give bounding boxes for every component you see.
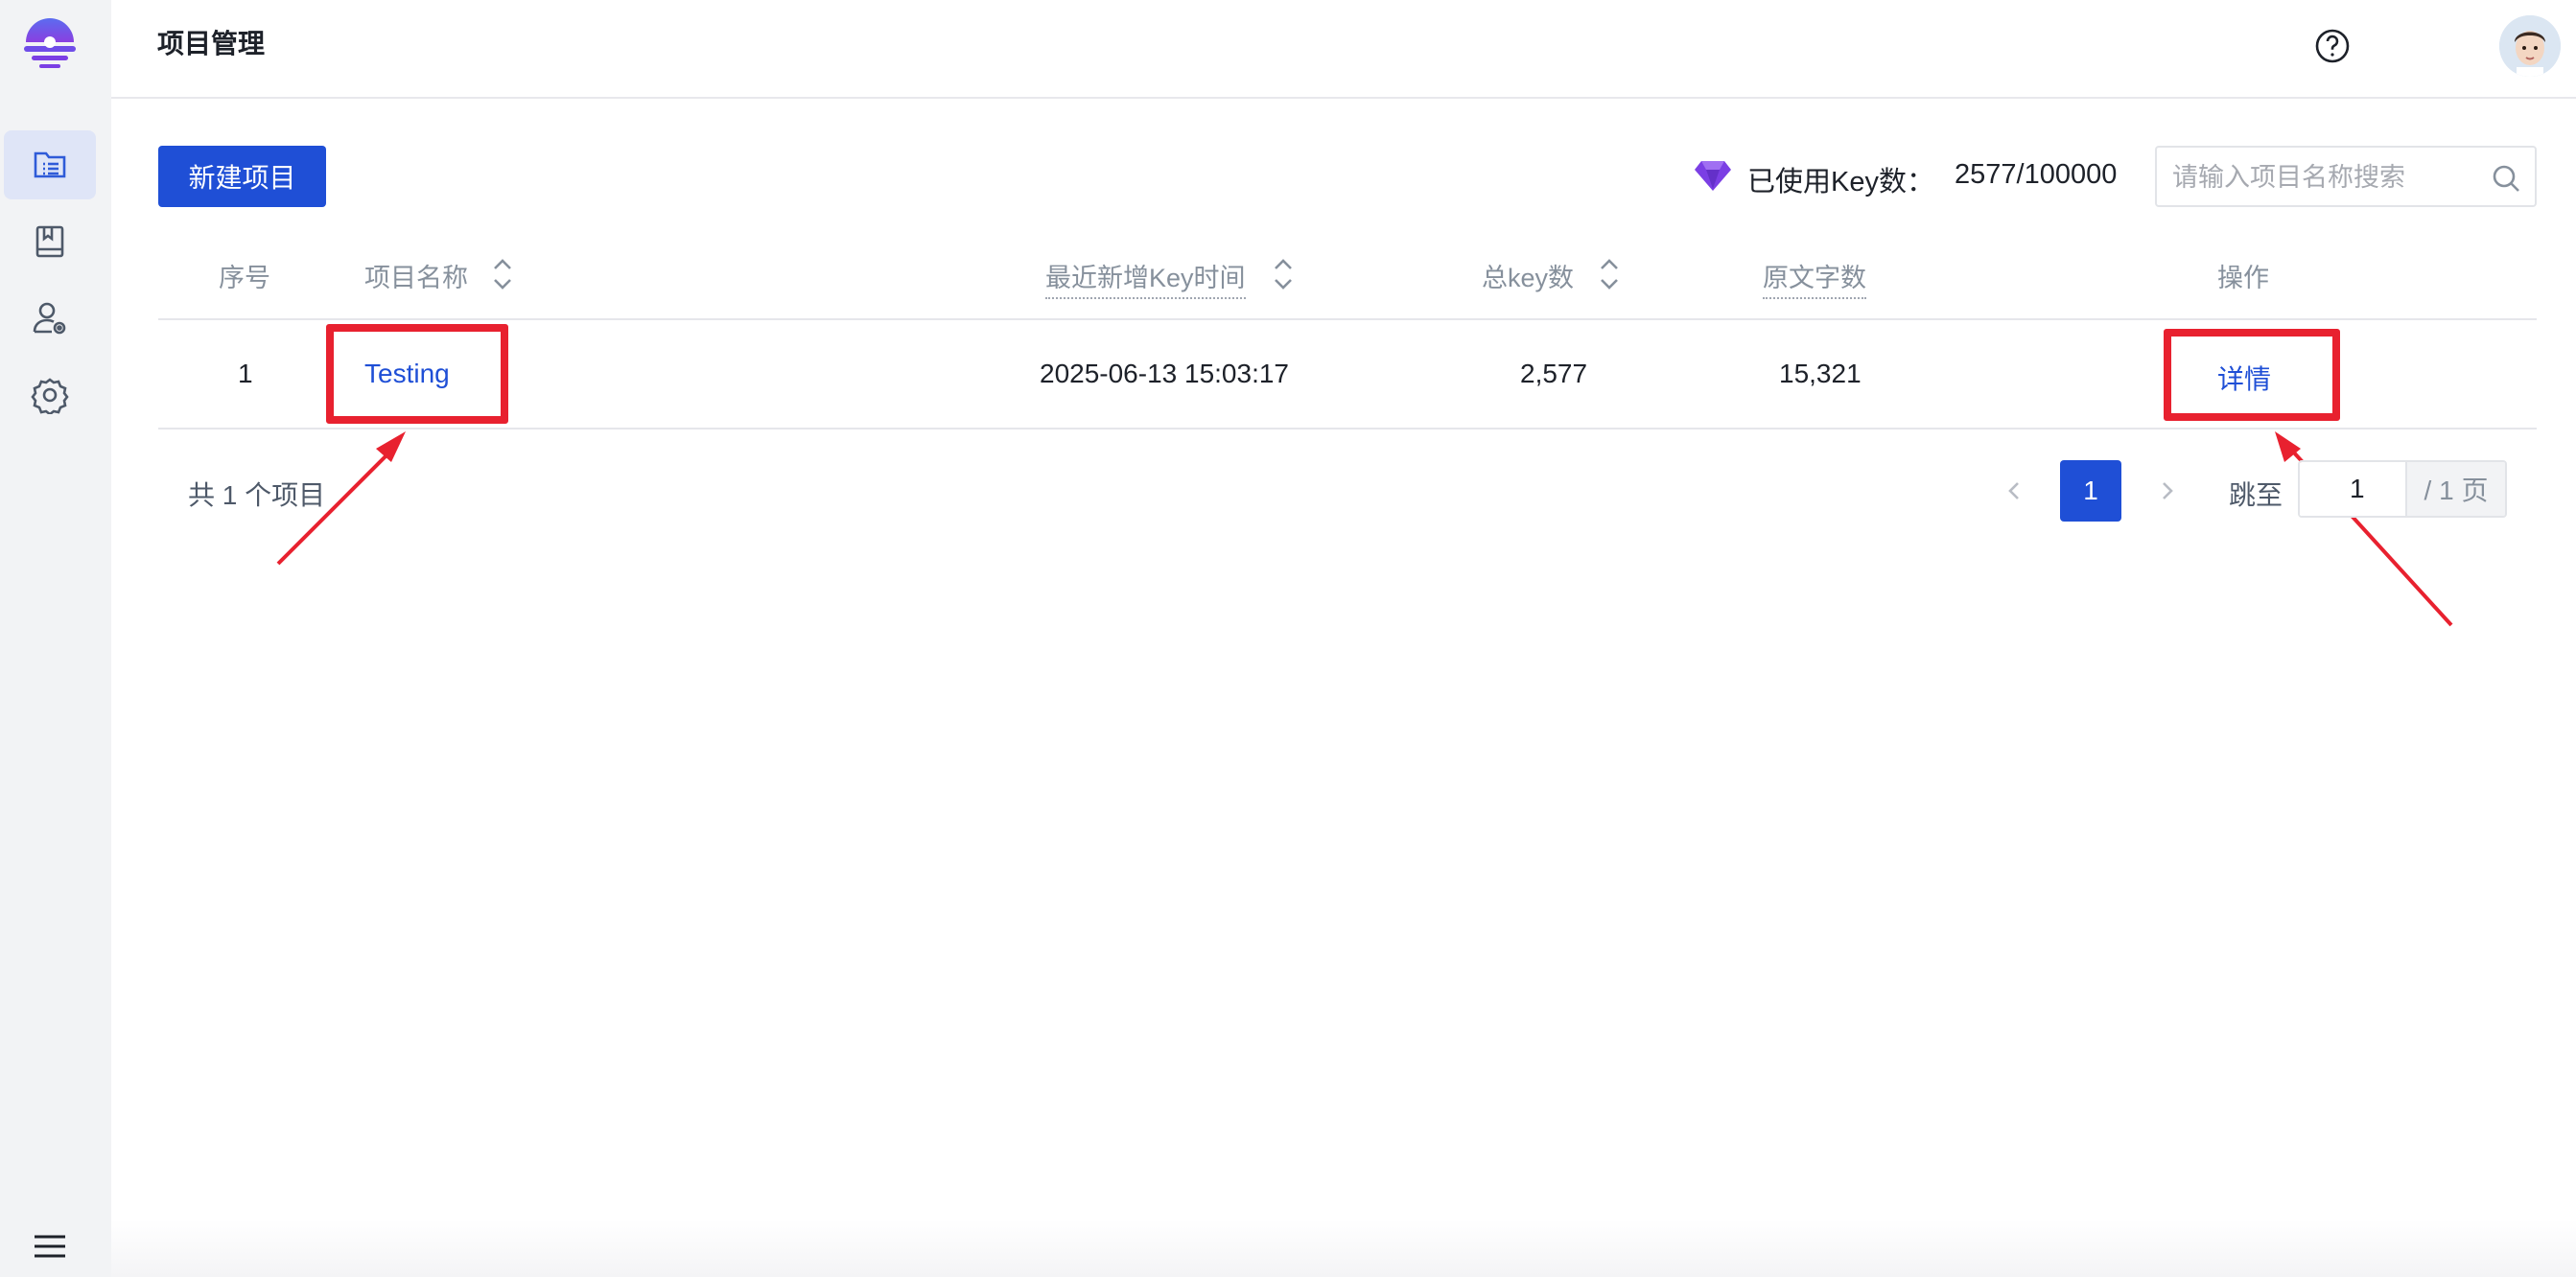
cell-source-chars: 15,321 <box>1779 359 1862 388</box>
page-button-current[interactable]: 1 <box>2060 460 2121 522</box>
key-usage-value: 2577/100000 <box>1955 159 2118 190</box>
cell-index: 1 <box>238 359 253 388</box>
column-header-last-key-time: 最近新增Key时间 <box>1045 257 1246 299</box>
column-header-total-keys: 总key数 <box>1482 264 1575 292</box>
hamburger-menu-icon[interactable] <box>31 1230 69 1263</box>
search-input[interactable] <box>2172 159 2479 196</box>
bottom-fade <box>111 1219 2576 1277</box>
sidebar-item-members[interactable] <box>4 284 96 353</box>
top-header: 项目管理 <box>111 0 2576 99</box>
project-list-icon <box>34 151 66 178</box>
page-title: 项目管理 <box>157 29 266 58</box>
cell-total-keys: 2,577 <box>1520 359 1588 388</box>
sort-icon[interactable] <box>1598 253 1621 295</box>
search-box <box>2155 146 2537 207</box>
highlight-box-details <box>2164 329 2340 421</box>
column-header-source-chars: 原文字数 <box>1763 257 1866 299</box>
row-divider <box>158 428 2537 430</box>
jump-label: 跳至 <box>2229 480 2283 510</box>
total-count: 共 1 个项目 <box>188 480 326 510</box>
sort-icon[interactable] <box>491 253 514 295</box>
jump-box: / 1 页 <box>2298 460 2507 518</box>
sidebar-item-projects[interactable] <box>4 130 96 199</box>
header-divider <box>158 318 2537 320</box>
chevron-left-icon[interactable] <box>2001 476 2027 506</box>
search-icon[interactable] <box>2491 163 2521 194</box>
sort-icon[interactable] <box>1272 253 1295 295</box>
new-project-button[interactable]: 新建项目 <box>158 146 326 207</box>
highlight-box-project-name <box>326 324 508 424</box>
sidebar-item-glossary[interactable] <box>4 207 96 276</box>
book-icon <box>35 225 64 258</box>
sidebar <box>0 0 111 1277</box>
column-header-index: 序号 <box>219 264 270 292</box>
user-settings-icon <box>33 302 66 335</box>
diamond-icon <box>1695 161 1731 191</box>
jump-page-input[interactable] <box>2300 462 2405 516</box>
app-logo-icon[interactable] <box>24 17 76 75</box>
sidebar-item-settings[interactable] <box>4 360 96 430</box>
avatar-face-icon <box>2499 15 2561 77</box>
column-header-name: 项目名称 <box>364 264 468 292</box>
help-icon[interactable] <box>2313 27 2352 65</box>
key-usage-label: 已使用Key数： <box>1747 167 1934 197</box>
gear-icon <box>31 378 69 414</box>
cell-last-key-time: 2025-06-13 15:03:17 <box>1040 359 1289 388</box>
avatar[interactable] <box>2499 15 2561 77</box>
chevron-right-icon[interactable] <box>2154 476 2181 506</box>
jump-page-suffix: / 1 页 <box>2405 462 2505 516</box>
column-header-actions: 操作 <box>2217 264 2269 292</box>
